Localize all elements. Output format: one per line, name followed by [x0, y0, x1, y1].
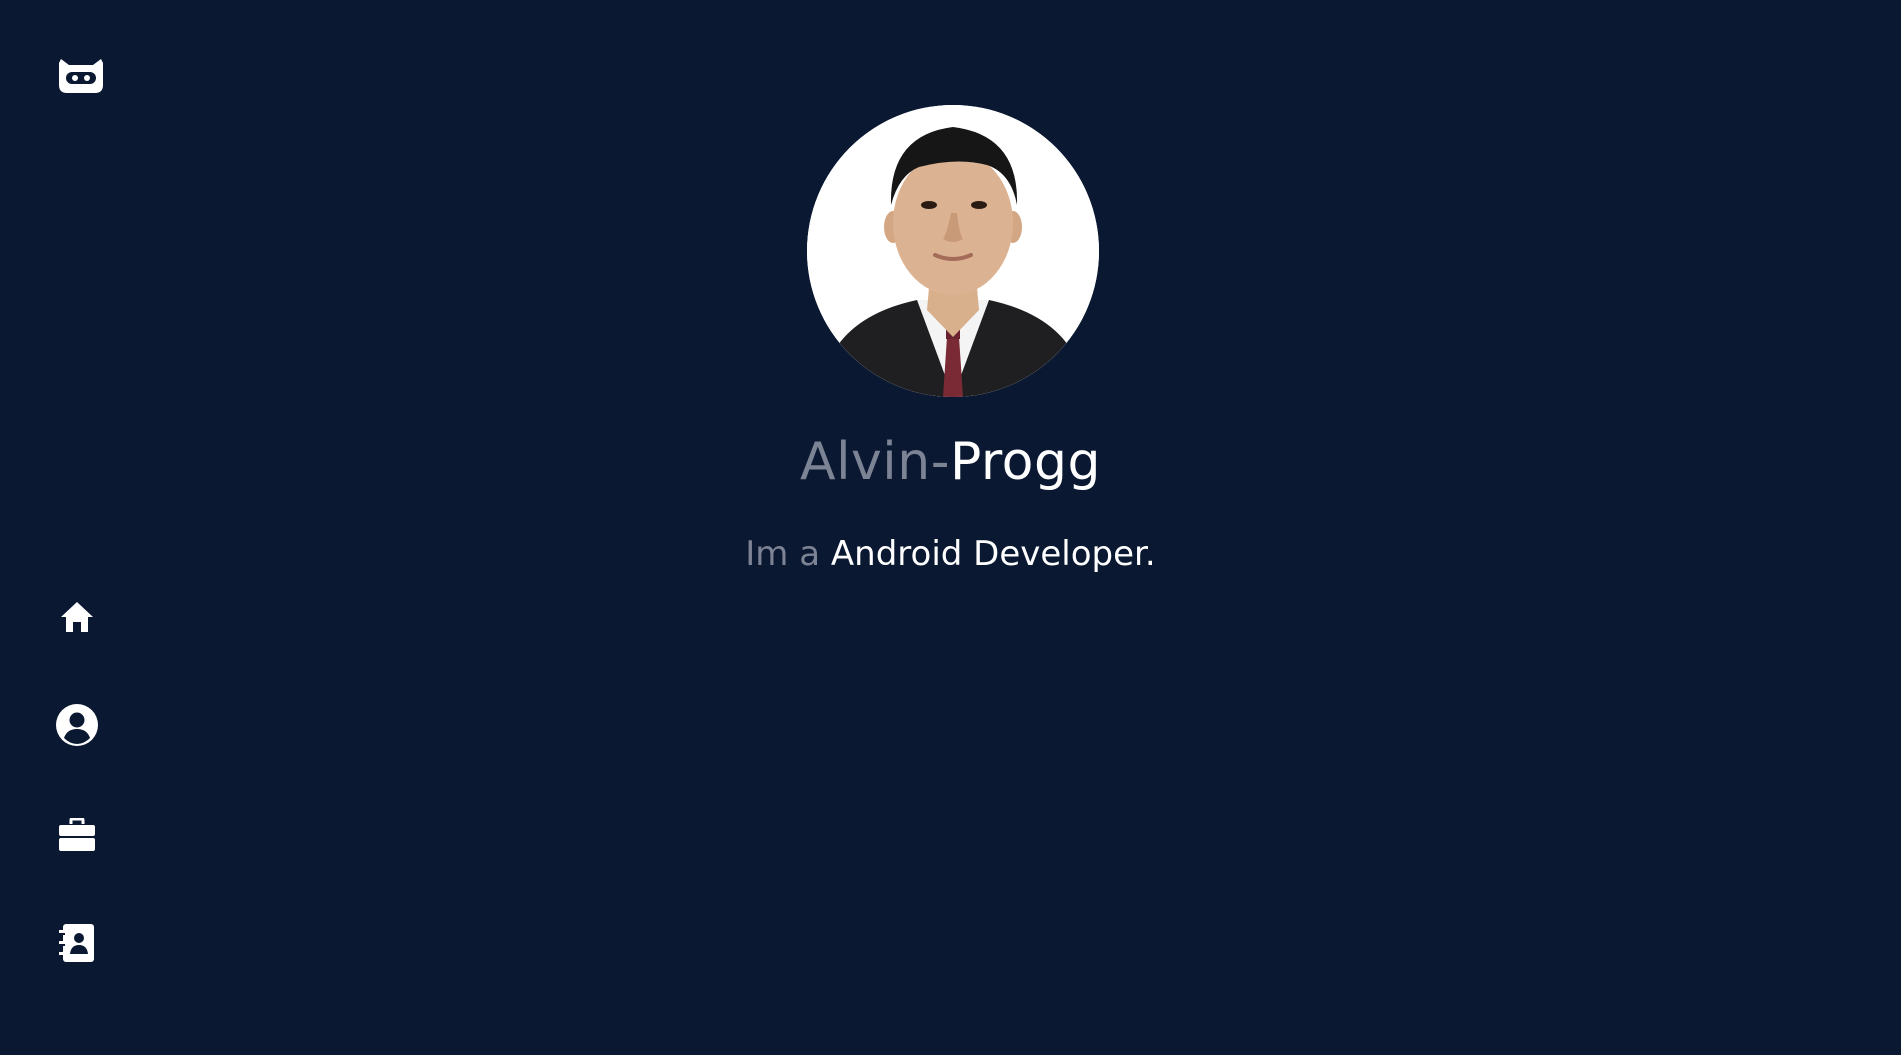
home-icon	[61, 602, 93, 632]
sidebar-item-home[interactable]	[50, 590, 104, 644]
sidebar-item-portfolio[interactable]	[50, 808, 104, 862]
tagline-role: Android Developer.	[830, 534, 1156, 574]
sidebar-item-contact[interactable]	[50, 916, 104, 970]
profile-photo	[807, 105, 1099, 397]
tagline-prefix: Im a	[745, 534, 831, 574]
name-last: Progg	[949, 432, 1101, 492]
user-circle-icon	[56, 704, 98, 746]
hero-name: Alvin-Progg	[0, 428, 1901, 496]
sidebar-item-about[interactable]	[50, 698, 104, 752]
name-first: Alvin-	[800, 432, 950, 492]
robot-face-icon[interactable]	[57, 55, 105, 95]
hero-tagline: Im a Android Developer.	[0, 532, 1901, 576]
briefcase-icon	[59, 818, 95, 851]
address-book-icon	[59, 924, 94, 962]
portfolio-page: Alvin-Progg Im a Android Developer.	[0, 0, 1901, 1055]
avatar	[807, 105, 1099, 397]
